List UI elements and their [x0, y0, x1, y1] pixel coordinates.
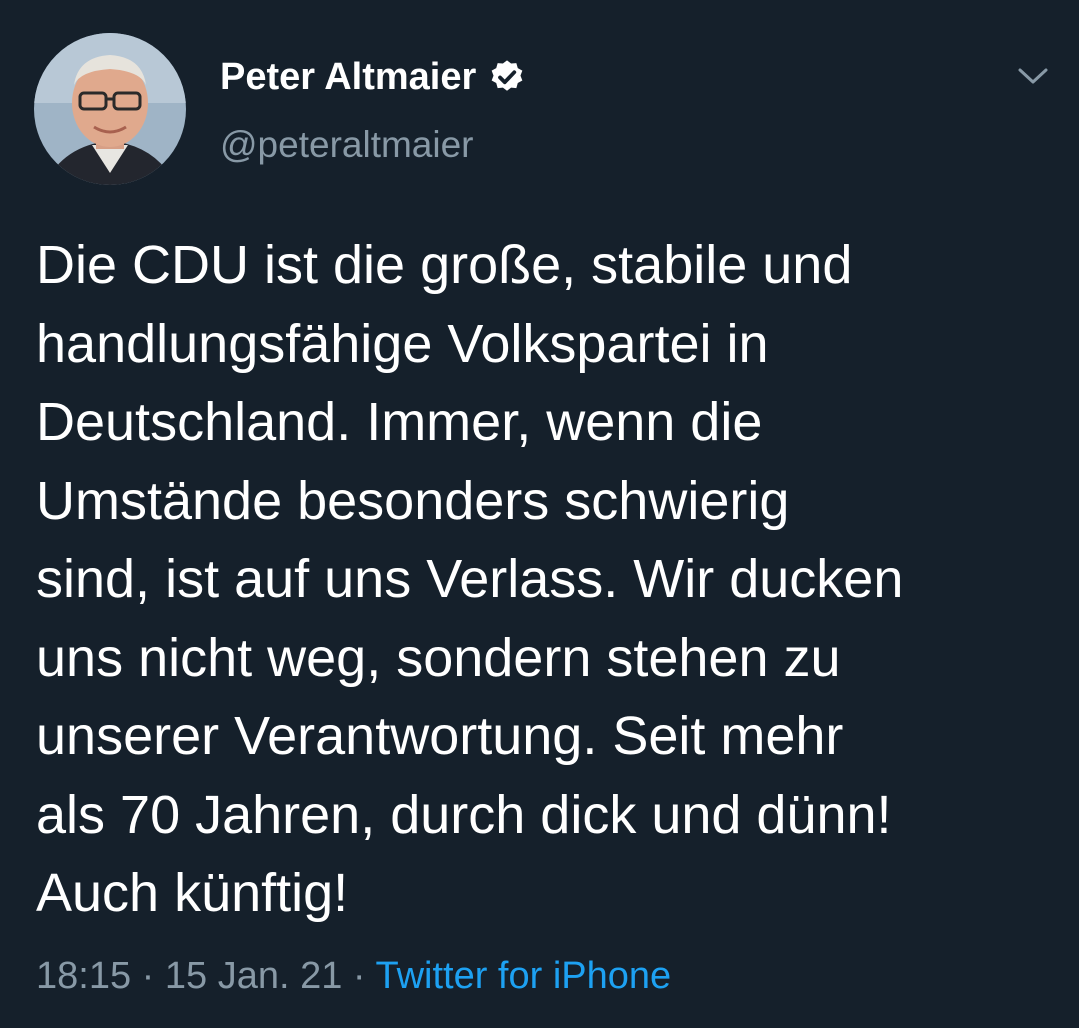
tweet-meta: 18:15 · 15 Jan. 21 · Twitter for iPhone: [36, 948, 671, 1004]
tweet-text-line: unserer Verantwortung. Seit mehr: [36, 706, 844, 766]
tweet-text-line: uns nicht weg, sondern stehen zu: [36, 627, 841, 688]
tweet-text: Die CDU ist die große, stabile und handl…: [36, 226, 1056, 933]
tweet-date[interactable]: 15 Jan. 21: [165, 955, 342, 997]
tweet-text-line: Umstände besonders schwierig: [36, 470, 790, 531]
tweet-text-line: sind, ist auf uns Verlass. Wir ducken: [36, 549, 904, 609]
verified-badge-icon: [491, 60, 523, 91]
avatar-photo: [34, 33, 186, 185]
meta-separator: ·: [141, 955, 155, 997]
user-handle[interactable]: @peteraltmaier: [220, 120, 474, 170]
tweet-text-line: als 70 Jahren, durch dick und dünn!: [36, 784, 892, 845]
more-options-button[interactable]: [1010, 58, 1056, 94]
tweet-text-line: Deutschland. Immer, wenn die: [36, 392, 763, 452]
tweet-source-link[interactable]: Twitter for iPhone: [375, 955, 671, 997]
display-name[interactable]: Peter Altmaier: [220, 52, 476, 102]
avatar[interactable]: [34, 33, 186, 185]
meta-separator: ·: [352, 955, 366, 997]
author-name-row[interactable]: Peter Altmaier: [220, 52, 526, 102]
tweet-text-line: handlungsfähige Volkspartei in: [36, 313, 769, 374]
chevron-down-icon: [1018, 68, 1048, 84]
tweet-text-line: Auch künftig!: [36, 863, 349, 923]
tweet-text-line: Die CDU ist die große, stabile und: [36, 235, 853, 295]
tweet-time[interactable]: 18:15: [36, 955, 131, 997]
